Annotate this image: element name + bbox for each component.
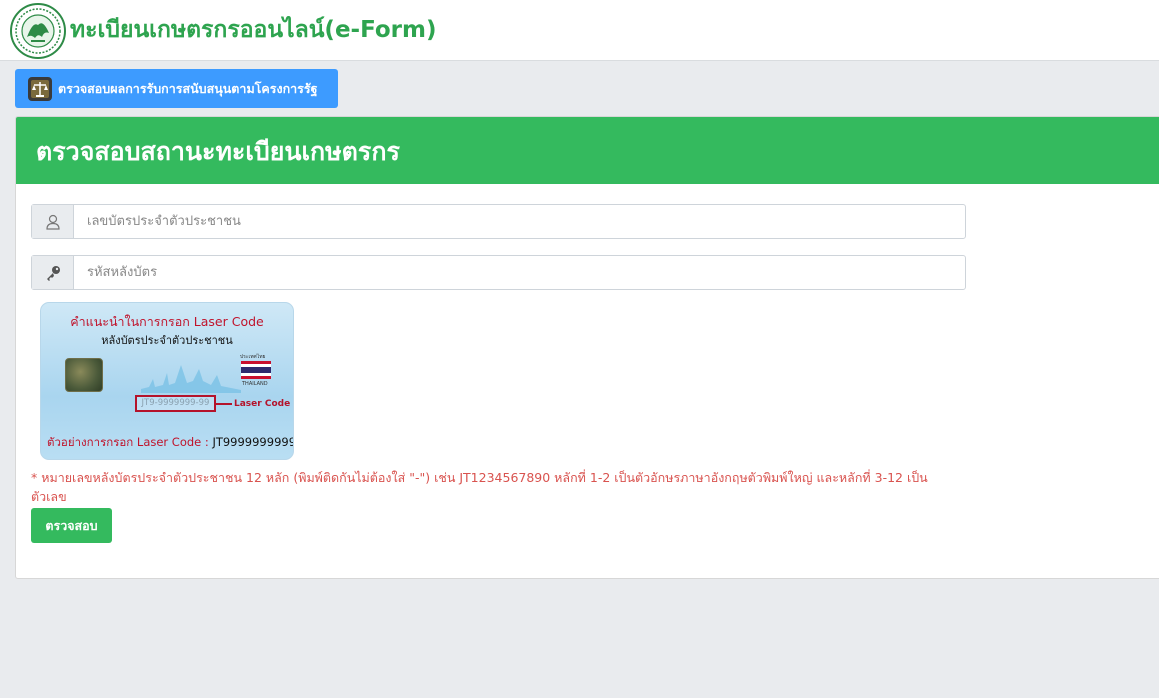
laser-code-input[interactable] <box>74 256 965 289</box>
card-chip-image <box>65 358 103 392</box>
farmer-status-panel: ตรวจสอบสถานะทะเบียนเกษตรกร คำแนะนำในการก… <box>15 116 1159 579</box>
check-button[interactable]: ตรวจสอบ <box>31 508 112 543</box>
laser-code-label: Laser Code <box>234 399 291 409</box>
citizen-id-input[interactable] <box>74 205 965 238</box>
laser-code-field[interactable] <box>31 255 966 290</box>
laser-code-pointer-line <box>216 403 232 405</box>
temple-watermark-image <box>141 365 241 393</box>
ministry-seal-icon[interactable] <box>9 3 67 59</box>
citizen-id-field[interactable] <box>31 204 966 239</box>
flag-subcaption: THAILAND <box>242 381 268 387</box>
key-icon <box>32 256 74 289</box>
user-icon <box>32 205 74 238</box>
laser-code-guide-card: คำแนะนำในการกรอก Laser Code หลังบัตรประจ… <box>40 302 294 460</box>
state-support-check-button[interactable]: ตรวจสอบผลการรับการสนับสนุนตามโครงการรัฐ <box>15 69 338 108</box>
example-value: JT9999999999 <box>212 435 294 449</box>
card-guide-subtitle: หลังบัตรประจำตัวประชาชน <box>101 334 233 347</box>
laser-code-note: * หมายเลขหลังบัตรประจำตัวประชาชน 12 หลัก… <box>31 470 928 504</box>
top-header: ทะเบียนเกษตรกรออนไลน์(e-Form) <box>0 0 1159 61</box>
laser-code-sample: JT9-9999999-99 <box>135 395 216 412</box>
card-guide-title: คำแนะนำในการกรอก Laser Code <box>70 314 264 329</box>
example-label: ตัวอย่างการกรอก Laser Code : <box>47 435 213 449</box>
state-support-check-label: ตรวจสอบผลการรับการสนับสนุนตามโครงการรัฐ <box>58 80 318 96</box>
thai-flag-image <box>241 361 271 379</box>
site-title[interactable]: ทะเบียนเกษตรกรออนไลน์(e-Form) <box>70 12 436 48</box>
flag-caption: ประเทศไทย <box>240 354 266 360</box>
panel-title: ตรวจสอบสถานะทะเบียนเกษตรกร <box>16 117 1159 184</box>
laser-code-example: ตัวอย่างการกรอก Laser Code : JT999999999… <box>47 434 294 452</box>
scales-of-justice-icon <box>28 76 52 101</box>
